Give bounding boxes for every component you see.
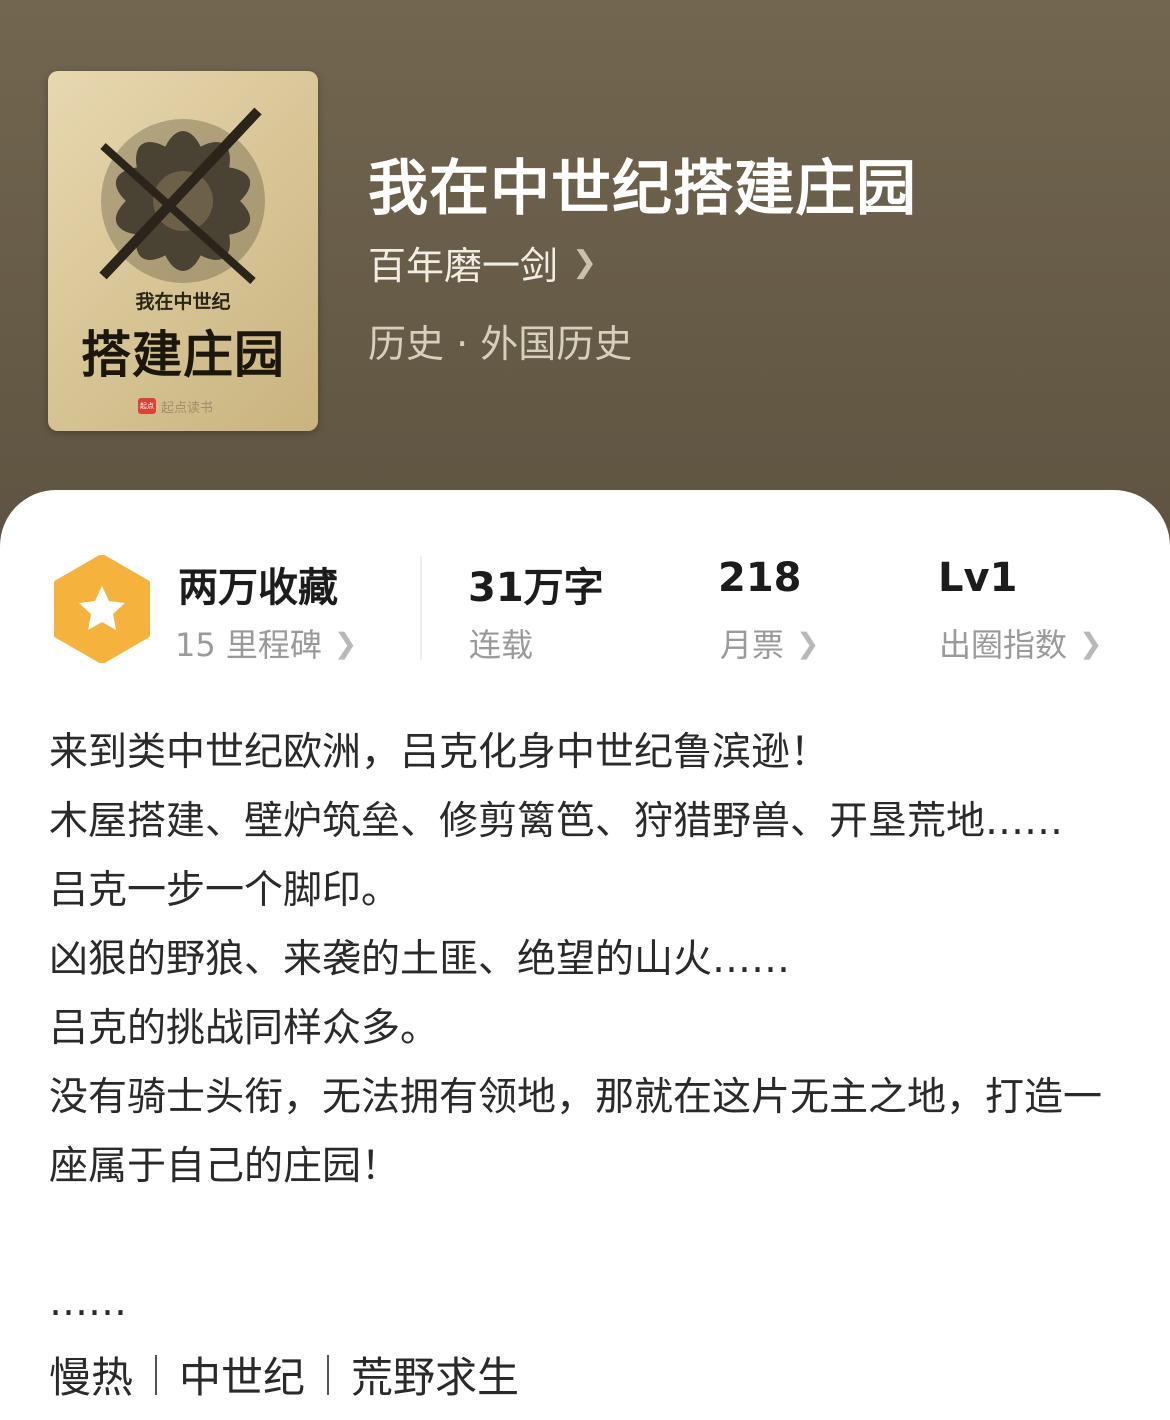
author-name: 百年磨一剑	[368, 244, 559, 288]
cover-subtitle: 我在中世纪	[135, 291, 231, 313]
description-line: 木屋搭建、壁炉筑垒、修剪篱笆、狩猎野兽、开垦荒地……	[49, 799, 1064, 844]
milestone-link[interactable]: 15 里程碑 ❯	[175, 620, 357, 666]
tag-item[interactable]: 慢热	[49, 1344, 133, 1405]
book-cover[interactable]: 我在中世纪 搭建庄园 起点 起点读书	[48, 71, 318, 431]
stats-divider	[420, 556, 422, 660]
cover-title: 搭建庄园	[81, 326, 285, 384]
description-line: 来到类中世纪欧洲，吕克化身中世纪鲁滨逊！	[49, 730, 830, 775]
tag-separator	[327, 1354, 330, 1395]
chevron-right-icon: ❯	[796, 626, 820, 660]
monthly-ticket-link[interactable]: 月票 ❯	[720, 620, 819, 666]
word-count: 31万字	[468, 565, 604, 611]
milestone-label: 15 里程碑	[175, 626, 322, 664]
publisher-logo-icon: 起点	[138, 398, 156, 414]
book-header: 我在中世纪 搭建庄园 起点 起点读书 我在中世纪搭建庄园 百年磨一剑 ❯ 历史 …	[0, 0, 1170, 560]
monthly-ticket-count: 218	[718, 555, 802, 601]
favorites-count: 两万收藏	[178, 565, 338, 611]
description-line: 凶狠的野狼、来袭的土匪、绝望的山火……	[49, 937, 791, 982]
description-line: 没有骑士头衔，无法拥有领地，那就在这片无主之地，打造一座属于自己的庄园！	[49, 1075, 1103, 1189]
book-category: 历史 · 外国历史	[368, 322, 633, 366]
monthly-ticket-label: 月票	[720, 626, 785, 664]
description-ellipsis: ……	[49, 1280, 127, 1325]
description-line: 吕克一步一个脚印。	[49, 868, 401, 913]
book-title: 我在中世纪搭建庄园	[368, 154, 917, 224]
tag-separator	[155, 1354, 158, 1395]
chevron-right-icon: ❯	[333, 626, 358, 660]
popularity-index-link[interactable]: 出圈指数 ❯	[939, 620, 1102, 666]
book-description: 来到类中世纪欧洲，吕克化身中世纪鲁滨逊！ 木屋搭建、壁炉筑垒、修剪篱笆、狩猎野兽…	[49, 718, 1129, 1201]
popularity-index-label: 出圈指数	[939, 626, 1068, 664]
publisher-name: 起点读书	[161, 400, 214, 416]
chevron-right-icon: ❯	[572, 245, 598, 280]
tag-item[interactable]: 荒野求生	[351, 1344, 519, 1405]
cover-publisher: 起点 起点读书	[138, 397, 214, 416]
serial-status: 连载	[469, 626, 534, 664]
popularity-level: Lv1	[938, 555, 1018, 601]
chevron-right-icon: ❯	[1079, 626, 1103, 660]
tag-item[interactable]: 中世纪	[179, 1344, 305, 1405]
author-link[interactable]: 百年磨一剑 ❯	[368, 235, 597, 290]
tag-list: 慢热 中世纪 荒野求生	[49, 1344, 519, 1405]
star-hexagon-icon	[54, 555, 150, 663]
description-line: 吕克的挑战同样众多。	[49, 1006, 440, 1051]
